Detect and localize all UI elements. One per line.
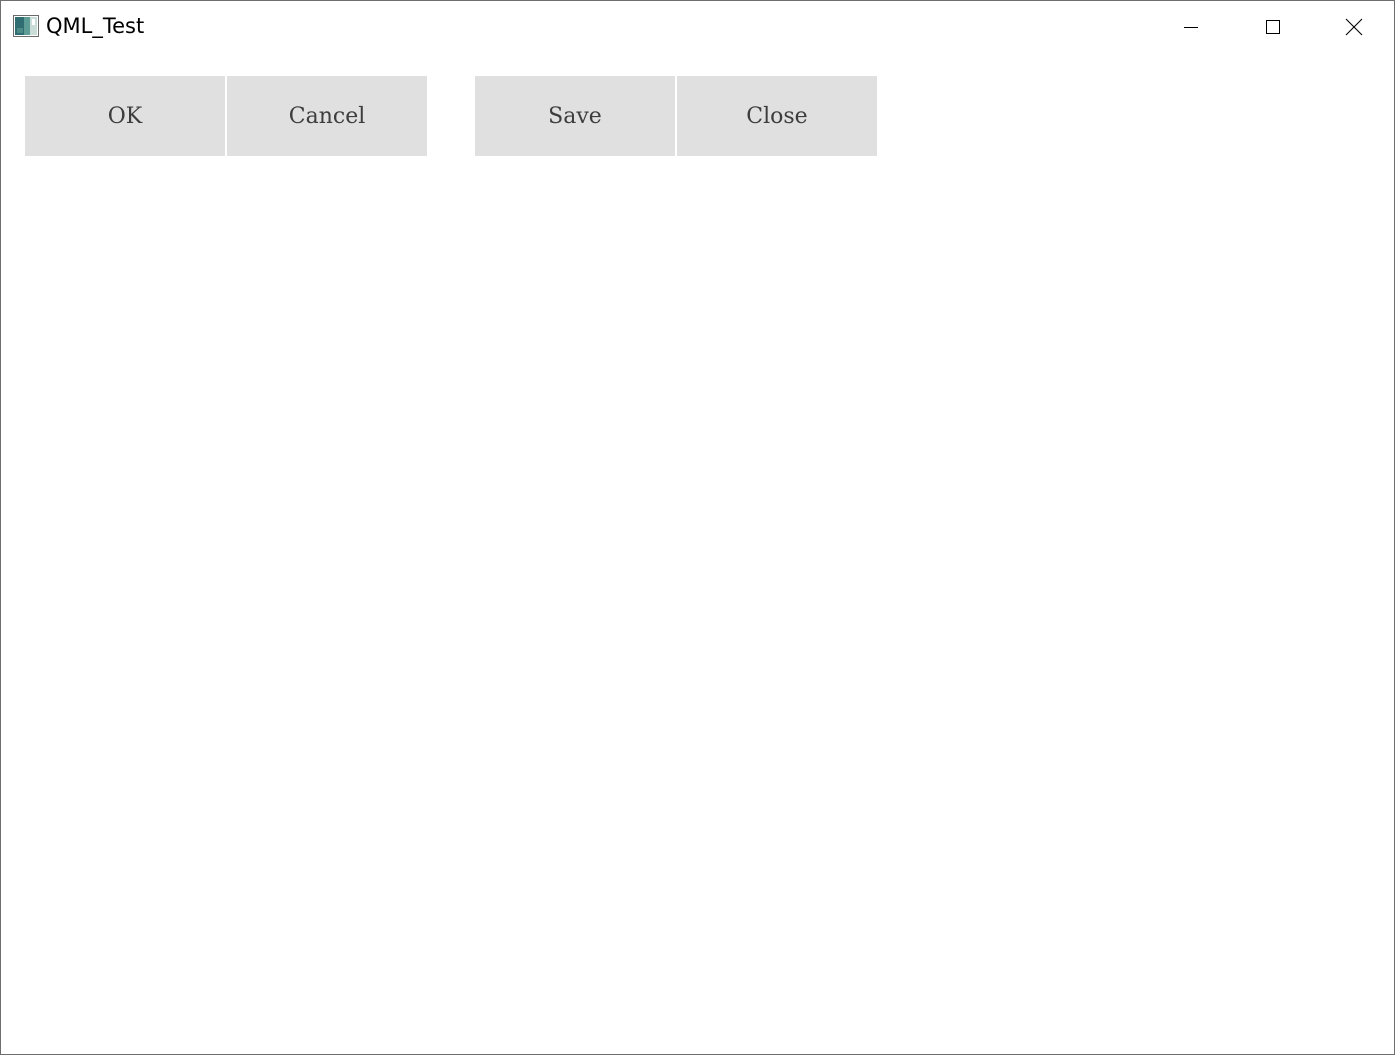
minimize-icon [1183,19,1199,35]
maximize-icon [1265,19,1281,35]
minimize-button[interactable] [1151,1,1231,53]
app-icon [13,15,39,37]
window-title: QML_Test [46,14,145,38]
maximize-button[interactable] [1233,1,1313,53]
save-button[interactable]: Save [475,76,675,156]
ok-button[interactable]: OK [25,76,225,156]
close-button[interactable]: Close [677,76,877,156]
application-window: QML_Test OK Cancel Save Close [0,0,1395,1055]
cancel-button[interactable]: Cancel [227,76,427,156]
close-window-button[interactable] [1314,1,1394,53]
title-bar[interactable]: QML_Test [1,1,1394,53]
close-icon [1345,18,1363,36]
